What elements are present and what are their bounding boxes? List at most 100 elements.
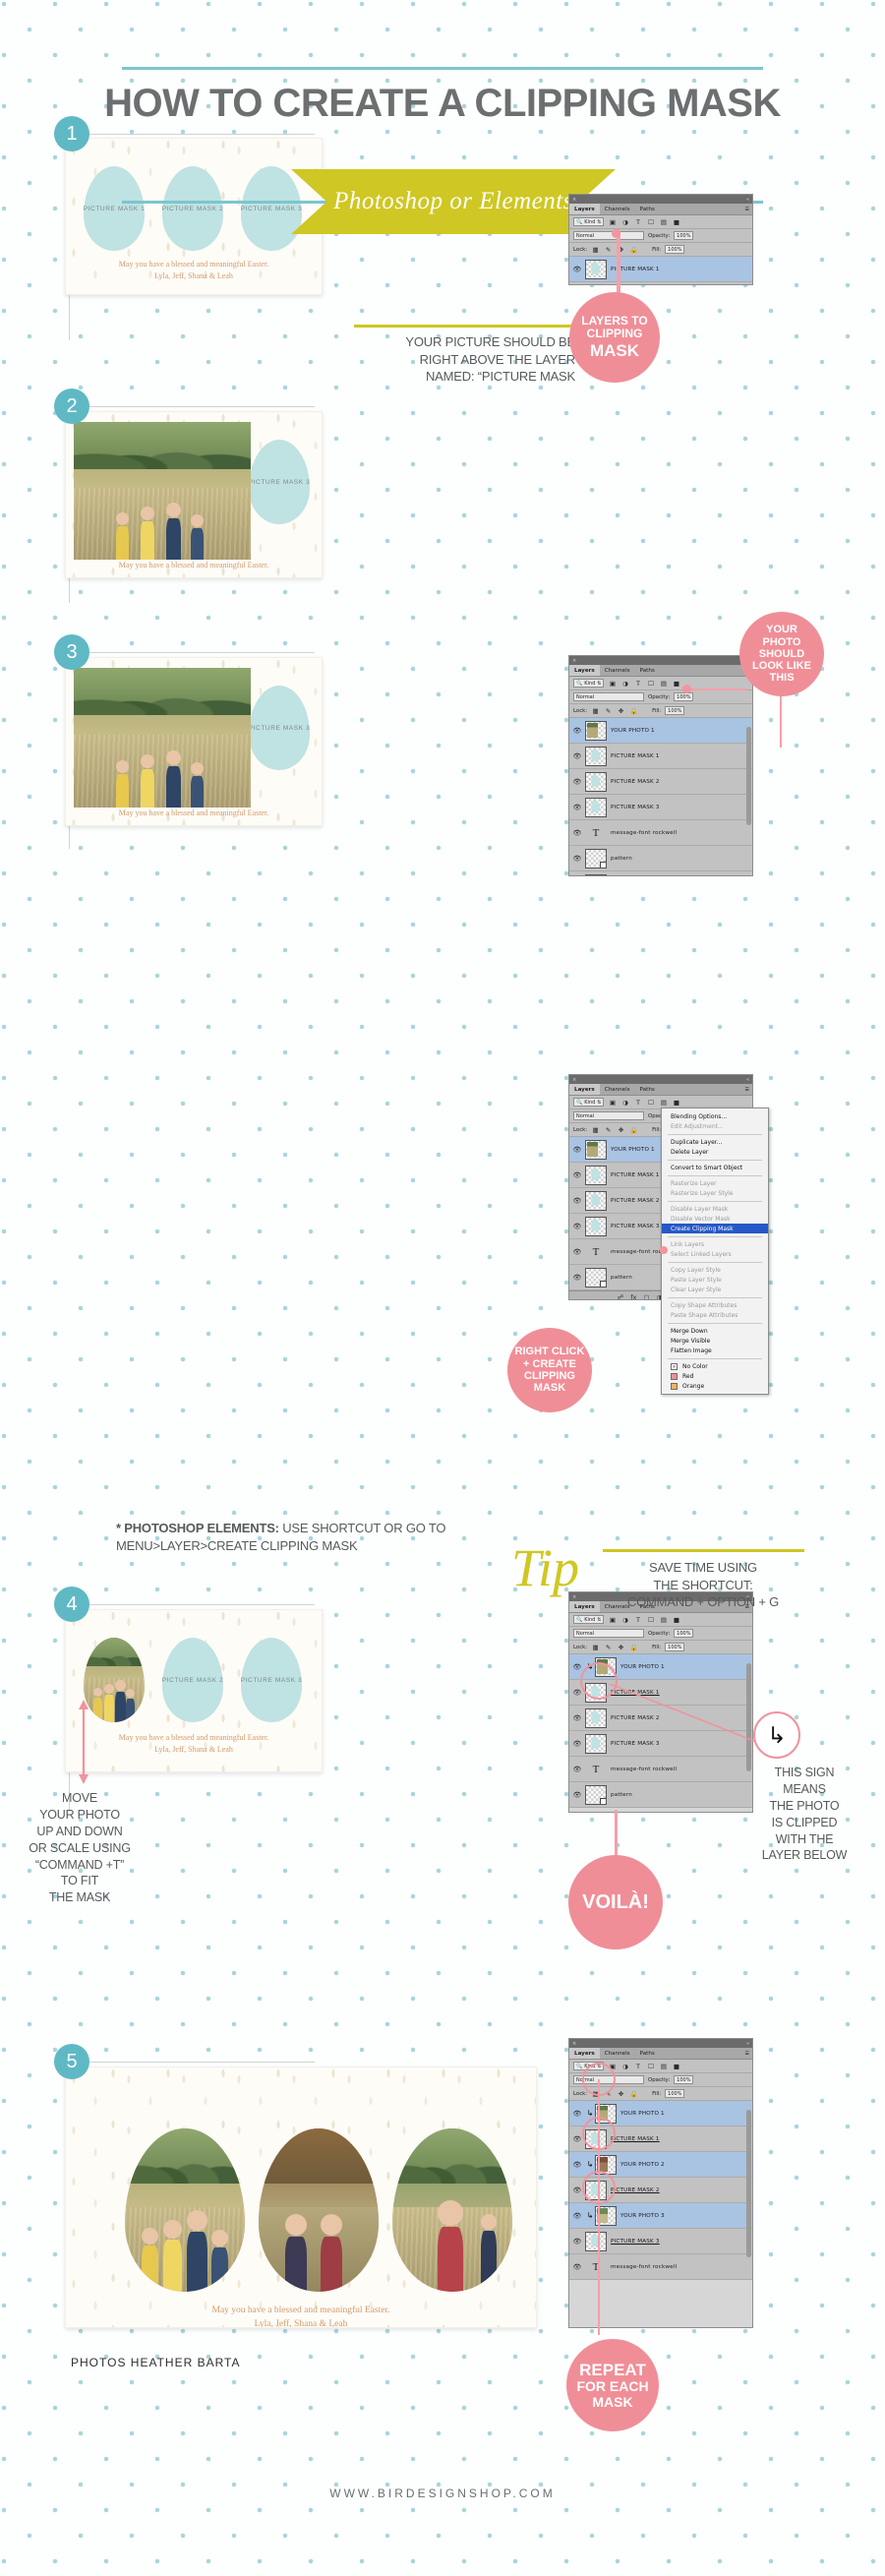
eye-icon[interactable]: 👁	[569, 1791, 585, 1799]
eye-icon[interactable]: 👁	[569, 2161, 585, 2169]
layers-list-step-1[interactable]: 👁 PICTURE MASK 1 👁 PICTURE MASK 2 👁 PICT…	[569, 257, 752, 284]
filter-kind-select[interactable]: 🔍 Kind ⇅	[573, 679, 605, 688]
filter-shape-icon[interactable]: ☐	[646, 1098, 655, 1107]
lock-brush-icon[interactable]: ✎	[604, 245, 613, 254]
lock-brush-icon[interactable]: ✎	[604, 1125, 613, 1134]
context-menu-item[interactable]: Orange	[662, 1381, 768, 1391]
filter-shape-icon[interactable]: ☐	[646, 1615, 655, 1624]
lock-move-icon[interactable]: ✥	[617, 1643, 625, 1651]
tab-layers[interactable]: Layers	[569, 204, 600, 214]
context-menu-item[interactable]: Delete Layer	[662, 1147, 768, 1157]
filter-toggle-icon[interactable]: ■	[672, 2062, 680, 2070]
layer-row[interactable]: 👁 PICTURE MASK 1	[569, 257, 752, 282]
context-menu-item[interactable]: Convert to Smart Object	[662, 1163, 768, 1172]
opacity-value[interactable]: 100%	[674, 231, 694, 240]
eye-icon[interactable]: 👁	[569, 804, 585, 811]
panel-tabs[interactable]: Layers Channels Paths ☰	[569, 1084, 752, 1096]
eye-icon[interactable]: 👁	[569, 1223, 585, 1230]
panel-menu-icon[interactable]: ☰	[742, 1084, 752, 1095]
filter-shape-icon[interactable]: ☐	[646, 217, 655, 226]
filter-type-icon[interactable]: T	[633, 2062, 642, 2070]
tab-layers[interactable]: Layers	[569, 665, 600, 676]
filter-toggle-icon[interactable]: ■	[672, 1615, 680, 1624]
opacity-value[interactable]: 100%	[674, 1629, 694, 1638]
filter-toggle-icon[interactable]: ■	[672, 679, 680, 688]
layer-row[interactable]: 👁 T message-font rockwell	[569, 2254, 752, 2280]
filter-type-icon[interactable]: T	[633, 1098, 642, 1107]
lock-move-icon[interactable]: ✥	[617, 1125, 625, 1134]
eye-icon[interactable]: 👁	[569, 1171, 585, 1179]
tab-channels[interactable]: Channels	[600, 2048, 635, 2059]
blend-row[interactable]: Normal Opacity: 100%	[569, 229, 752, 243]
panel-expand-icon[interactable]: «	[746, 1077, 749, 1083]
filter-image-icon[interactable]: ▣	[608, 679, 617, 688]
context-menu-item[interactable]: Merge Down	[662, 1326, 768, 1336]
panel-tabs[interactable]: Layers Channels Paths ☰	[569, 665, 752, 677]
link-layers-icon[interactable]: ☍	[618, 1293, 624, 1299]
lock-transparency-icon[interactable]: ▦	[591, 1125, 600, 1134]
context-menu-item[interactable]: Duplicate Layer...	[662, 1137, 768, 1147]
tab-paths[interactable]: Paths	[635, 2048, 660, 2059]
filter-shape-icon[interactable]: ☐	[646, 679, 655, 688]
filter-shape-icon[interactable]: ☐	[646, 2062, 655, 2070]
layers-panel-step-1[interactable]: × « Layers Channels Paths ☰ 🔍 Kind ⇅ ▣ ◑ …	[568, 194, 753, 285]
eye-icon[interactable]: 👁	[569, 1766, 585, 1773]
eye-icon[interactable]: 👁	[569, 1714, 585, 1722]
layer-row[interactable]: 👁 PICTURE MASK 1	[569, 744, 752, 769]
panel-expand-icon[interactable]: «	[746, 197, 749, 203]
lock-all-icon[interactable]: 🔒	[629, 706, 638, 715]
layers-scrollbar[interactable]	[746, 2110, 751, 2257]
lock-transparency-icon[interactable]: ▦	[591, 245, 600, 254]
filter-kind-select[interactable]: 🔍 Kind ⇅	[573, 1098, 605, 1107]
filter-kind-select[interactable]: 🔍 Kind ⇅	[573, 1615, 605, 1624]
filter-adjustment-icon[interactable]: ◑	[620, 1098, 629, 1107]
filter-smart-icon[interactable]: ▤	[659, 2062, 668, 2070]
tab-layers[interactable]: Layers	[569, 1084, 600, 1095]
eye-icon[interactable]: 👁	[569, 855, 585, 863]
context-menu-item[interactable]: Flatten Image	[662, 1346, 768, 1355]
opacity-value[interactable]: 100%	[674, 692, 694, 701]
layer-thumbnail[interactable]	[585, 771, 607, 792]
layer-thumbnail[interactable]	[585, 1707, 607, 1728]
lock-all-icon[interactable]: 🔒	[629, 1125, 638, 1134]
eye-icon[interactable]: 👁	[569, 266, 585, 273]
layer-thumbnail[interactable]	[585, 1139, 607, 1160]
lock-brush-icon[interactable]: ✎	[604, 706, 613, 715]
context-menu-item[interactable]: Red	[662, 1371, 768, 1381]
lock-brush-icon[interactable]: ✎	[604, 1643, 613, 1651]
layer-thumbnail[interactable]	[585, 720, 607, 741]
tab-paths[interactable]: Paths	[635, 665, 660, 676]
eye-icon[interactable]: 👁	[569, 1146, 585, 1154]
layer-thumbnail[interactable]	[585, 1784, 607, 1805]
filter-smart-icon[interactable]: ▤	[659, 679, 668, 688]
tab-paths[interactable]: Paths	[635, 204, 660, 214]
eye-icon[interactable]: 👁	[569, 829, 585, 837]
layer-thumbnail[interactable]	[585, 2231, 607, 2251]
context-menu-item[interactable]: Blending Options...	[662, 1111, 768, 1121]
layer-mask-icon[interactable]: ▢	[643, 1293, 649, 1299]
layer-style-icon[interactable]: fx	[630, 1293, 636, 1299]
layer-row[interactable]: 👁 PICTURE MASK 3	[569, 2229, 752, 2254]
layer-thumbnail[interactable]	[585, 1165, 607, 1185]
layer-thumbnail[interactable]	[585, 797, 607, 817]
filter-smart-icon[interactable]: ▤	[659, 1098, 668, 1107]
panel-close-icon[interactable]: ×	[572, 1077, 576, 1083]
blend-mode-select[interactable]: Normal	[573, 1111, 644, 1120]
eye-icon[interactable]: 👁	[569, 1248, 585, 1256]
layer-context-menu[interactable]: Blending Options... Edit Adjustment... Dup…	[661, 1108, 769, 1395]
filter-image-icon[interactable]: ▣	[608, 1615, 617, 1624]
panel-expand-icon[interactable]: «	[746, 2041, 749, 2047]
layers-list-step-2[interactable]: 👁 YOUR PHOTO 1 👁 PICTURE MASK 1 👁 PICTUR…	[569, 718, 752, 875]
blend-mode-select[interactable]: Normal	[573, 231, 644, 240]
lock-move-icon[interactable]: ✥	[617, 2089, 625, 2098]
layers-scrollbar[interactable]	[746, 727, 751, 825]
filter-kind-select[interactable]: 🔍 Kind ⇅	[573, 217, 605, 226]
eye-icon[interactable]: 👁	[569, 2110, 585, 2118]
filter-smart-icon[interactable]: ▤	[659, 1615, 668, 1624]
eye-icon[interactable]: 👁	[569, 2263, 585, 2271]
filter-type-icon[interactable]: T	[633, 217, 642, 226]
blend-row[interactable]: Normal Opacity: 100%	[569, 1627, 752, 1641]
fill-value[interactable]: 100%	[665, 245, 685, 254]
fill-value[interactable]: 100%	[665, 2089, 685, 2098]
filter-type-icon[interactable]: T	[633, 679, 642, 688]
